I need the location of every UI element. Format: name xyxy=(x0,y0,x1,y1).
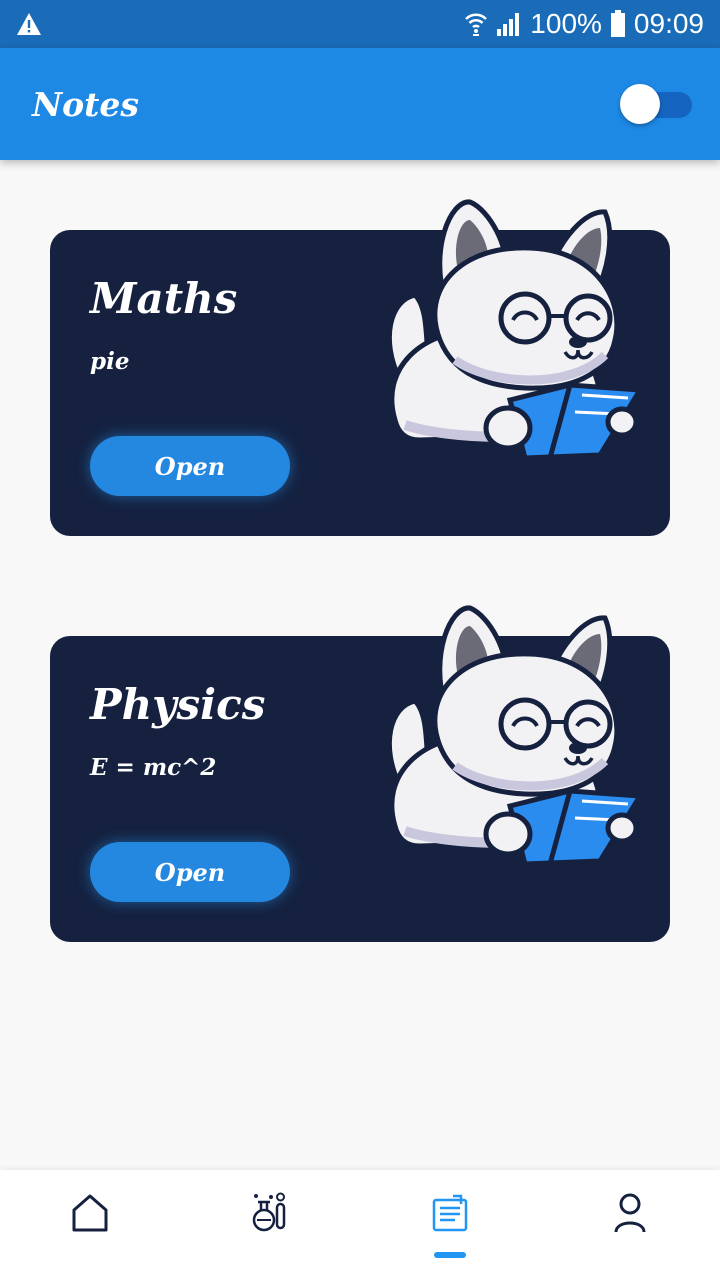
app-bar: Notes xyxy=(0,48,720,160)
page-title: Notes xyxy=(32,84,139,124)
battery-icon xyxy=(610,10,625,37)
card-title: Physics xyxy=(90,680,266,729)
notes-icon xyxy=(432,1194,468,1232)
clock: 09:09 xyxy=(633,8,704,39)
home-icon xyxy=(72,1194,108,1232)
subject-card-maths: Maths pie Open xyxy=(50,230,670,536)
theme-toggle[interactable] xyxy=(620,84,694,124)
signal-icon xyxy=(497,13,520,36)
cat-reading-illustration xyxy=(360,190,650,480)
battery-percent: 100% xyxy=(530,8,602,39)
open-button[interactable]: Open xyxy=(90,842,290,902)
bottom-nav xyxy=(0,1170,720,1280)
nav-item-notes[interactable] xyxy=(400,1170,500,1280)
profile-icon xyxy=(614,1193,646,1233)
toggle-thumb xyxy=(620,84,660,124)
card-subtitle: pie xyxy=(90,348,130,375)
status-bar: 100% 09:09 xyxy=(0,0,720,48)
nav-item-profile[interactable] xyxy=(580,1170,680,1280)
science-icon xyxy=(252,1192,286,1232)
open-button[interactable]: Open xyxy=(90,436,290,496)
card-title: Maths xyxy=(90,274,238,323)
card-subtitle: E = mc^2 xyxy=(90,754,217,781)
subject-card-physics: Physics E = mc^2 Open xyxy=(50,636,670,942)
nav-item-science[interactable] xyxy=(220,1170,320,1280)
cat-reading-illustration xyxy=(360,596,650,886)
warning-icon xyxy=(17,13,41,35)
nav-item-home[interactable] xyxy=(40,1170,140,1280)
active-indicator xyxy=(434,1252,466,1258)
wifi-icon xyxy=(465,13,488,36)
